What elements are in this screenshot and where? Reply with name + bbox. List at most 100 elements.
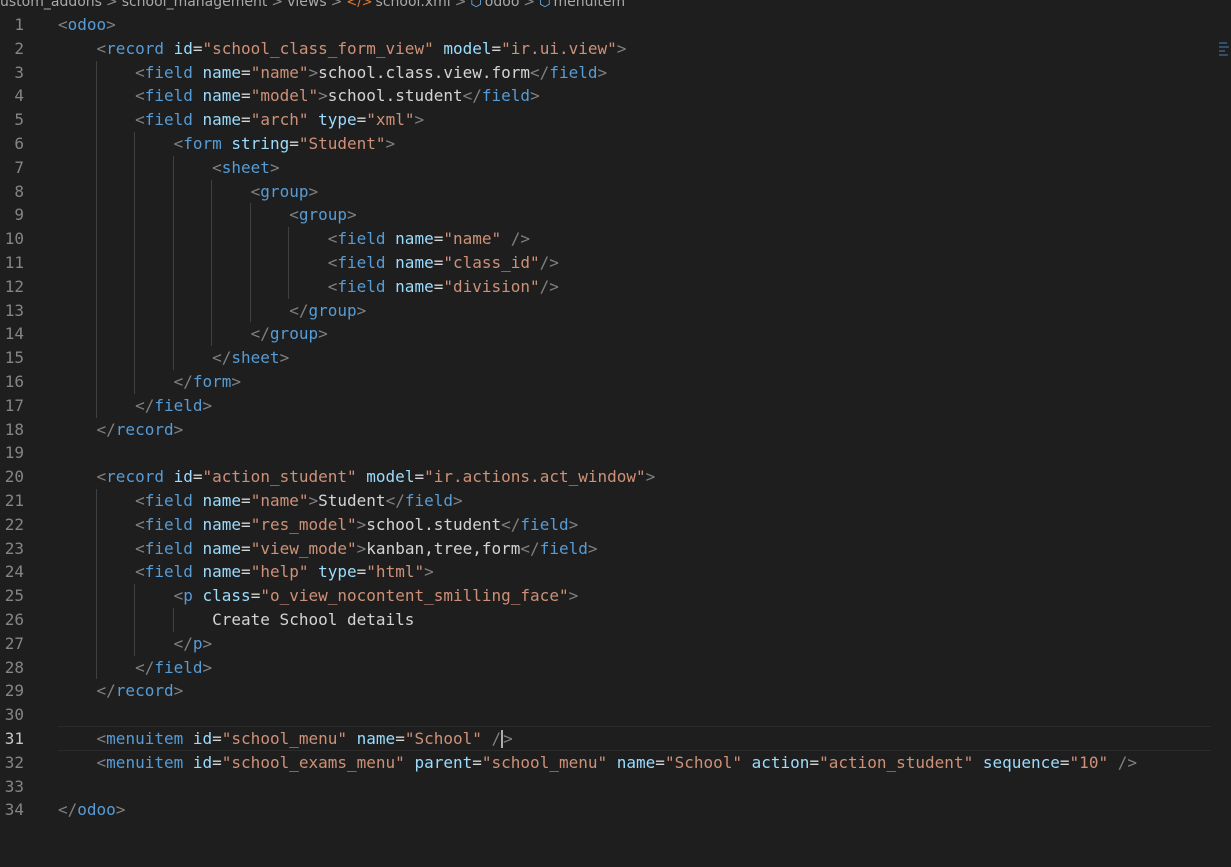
- code-line[interactable]: 5 <field name="arch" type="xml">: [0, 108, 1231, 132]
- code-line[interactable]: 24 <field name="help" type="html">: [0, 560, 1231, 584]
- code-editor[interactable]: 1 <odoo> 2 <record id="school_class_form_v…: [0, 13, 1231, 822]
- code-line[interactable]: 30: [0, 703, 1231, 727]
- breadcrumb-item-menuitem[interactable]: menuitem: [553, 0, 625, 10]
- code-token: school.class.view.form: [318, 62, 531, 82]
- code-token: =: [241, 62, 251, 82]
- code-token: =: [250, 586, 261, 606]
- code-line[interactable]: 15 </sheet>: [0, 346, 1231, 370]
- code-token: "html": [366, 562, 425, 582]
- code-token: >: [424, 562, 434, 582]
- code-token: form: [183, 133, 222, 153]
- code-token: name: [202, 110, 242, 130]
- chevron-right-icon: >: [454, 0, 467, 10]
- code-token: menuitem: [106, 728, 184, 748]
- code-line[interactable]: 1 <odoo>: [0, 13, 1231, 37]
- code-token: "name": [250, 490, 309, 510]
- minimap[interactable]: [1219, 40, 1231, 80]
- code-line[interactable]: 28 </field>: [0, 656, 1231, 680]
- code-line[interactable]: 29 </record>: [0, 679, 1231, 703]
- code-token: <: [58, 15, 68, 34]
- line-number: 9: [14, 205, 24, 225]
- code-line[interactable]: 7 <sheet>: [0, 156, 1231, 180]
- code-token: =: [241, 490, 251, 510]
- breadcrumb-item-folder[interactable]: ustom_addons: [0, 0, 102, 10]
- line-number: 33: [4, 776, 24, 796]
- code-line[interactable]: 14 </group>: [0, 322, 1231, 346]
- code-line[interactable]: 25 <p class="o_view_nocontent_smilling_f…: [0, 584, 1231, 608]
- code-text: </form>: [58, 370, 241, 394]
- line-number: 10: [4, 229, 24, 249]
- code-line[interactable]: 10 <field name="name" />: [0, 227, 1231, 251]
- code-line[interactable]: 21 <field name="name">Student</field>: [0, 489, 1231, 513]
- code-line[interactable]: 18 </record>: [0, 418, 1231, 442]
- code-token: model: [366, 467, 415, 487]
- code-line[interactable]: 4 <field name="model">school.student</fi…: [0, 84, 1231, 108]
- code-token: record: [115, 681, 174, 701]
- code-line[interactable]: 3 <field name="name">school.class.view.f…: [0, 61, 1231, 85]
- code-token: <: [250, 181, 261, 201]
- code-text: <group>: [58, 180, 318, 204]
- code-text: <field name="res_model">school.student</…: [58, 513, 578, 537]
- line-number: 25: [4, 586, 24, 606]
- code-line[interactable]: 9 <group>: [0, 203, 1231, 227]
- line-number: 1: [14, 15, 24, 34]
- line-number: 23: [4, 538, 24, 558]
- code-token: =: [655, 752, 665, 772]
- code-token: =: [356, 562, 367, 582]
- code-line[interactable]: 22 <field name="res_model">school.studen…: [0, 513, 1231, 537]
- code-line[interactable]: 8 <group>: [0, 180, 1231, 204]
- line-number: 34: [4, 800, 24, 820]
- code-token: </: [135, 657, 155, 677]
- code-line[interactable]: 26 Create School details: [0, 608, 1231, 632]
- code-token: </: [530, 62, 550, 82]
- code-line[interactable]: 13 </group>: [0, 299, 1231, 323]
- code-line[interactable]: 32 <menuitem id="school_exams_menu" pare…: [0, 751, 1231, 775]
- code-token: "view_mode": [250, 538, 357, 558]
- code-token: </: [173, 371, 193, 391]
- code-line[interactable]: 23 <field name="view_mode">kanban,tree,f…: [0, 537, 1231, 561]
- code-token: >: [645, 467, 656, 487]
- code-line[interactable]: 19: [0, 441, 1231, 465]
- breadcrumb-item-views[interactable]: views: [287, 0, 327, 10]
- code-token: <: [96, 752, 107, 772]
- code-token: field: [144, 110, 193, 130]
- breadcrumb-item-odoo[interactable]: odoo: [485, 0, 520, 10]
- line-number: 19: [4, 443, 24, 463]
- code-text: </record>: [58, 418, 184, 442]
- code-line[interactable]: 2 <record id="school_class_form_view" mo…: [0, 37, 1231, 61]
- line-number: 11: [4, 252, 24, 272]
- code-line[interactable]: 6 <form string="Student">: [0, 132, 1231, 156]
- code-line[interactable]: 12 <field name="division"/>: [0, 275, 1231, 299]
- code-token: =: [212, 728, 222, 748]
- code-token: </: [173, 633, 193, 653]
- code-token: <: [327, 229, 338, 249]
- code-line[interactable]: 16 </form>: [0, 370, 1231, 394]
- code-line[interactable]: 33: [0, 775, 1231, 799]
- code-token: >: [347, 205, 357, 225]
- breadcrumb-item-file[interactable]: school.xml: [376, 0, 451, 10]
- code-line[interactable]: 34 </odoo>: [0, 798, 1231, 822]
- code-line[interactable]: 27 </p>: [0, 632, 1231, 656]
- indent-guide: [134, 584, 136, 656]
- code-token: >: [106, 15, 116, 34]
- code-line[interactable]: 20 <record id="action_student" model="ir…: [0, 465, 1231, 489]
- code-token: field: [404, 490, 453, 510]
- code-token: group: [260, 181, 309, 201]
- breadcrumb-item-module[interactable]: school_management: [122, 0, 268, 10]
- element-icon: ⬡: [539, 0, 551, 10]
- code-line[interactable]: 17 </field>: [0, 394, 1231, 418]
- code-line[interactable]: 31 <menuitem id="school_menu" name="Scho…: [0, 727, 1231, 751]
- line-number: 16: [4, 371, 24, 391]
- code-line[interactable]: 11 <field name="class_id"/>: [0, 251, 1231, 275]
